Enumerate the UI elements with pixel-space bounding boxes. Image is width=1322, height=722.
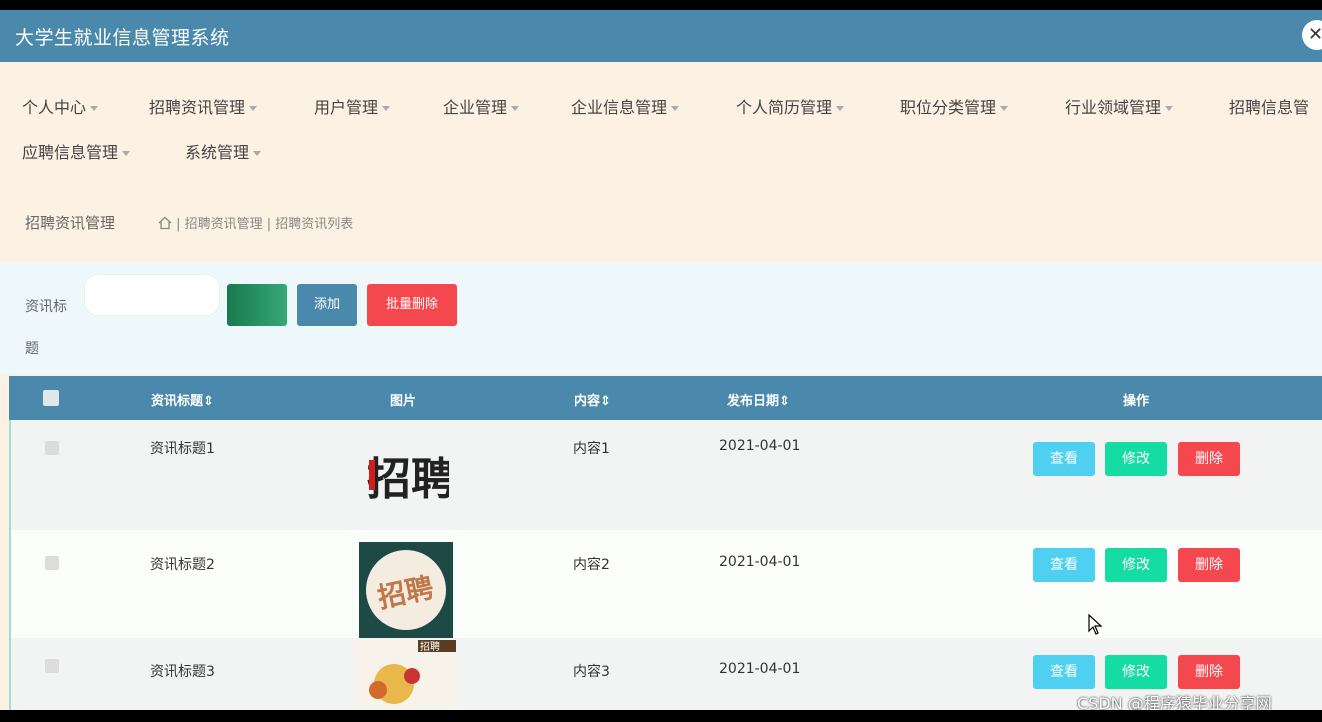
recruitment-image: 招聘	[359, 542, 453, 638]
sort-icon: ⇕	[600, 394, 611, 409]
search-label: 资讯标题	[25, 299, 67, 357]
view-button[interactable]: 查看	[1033, 548, 1095, 582]
main-menu: 个人中心 招聘资讯管理 用户管理 企业管理 企业信息管理 个人简历管理 职位分类…	[0, 62, 1322, 192]
search-button[interactable]	[227, 284, 287, 326]
batch-delete-button[interactable]: 批量删除	[367, 284, 457, 326]
row-content: 内容3	[573, 664, 610, 680]
chevron-down-icon	[1165, 106, 1174, 111]
search-input[interactable]	[84, 274, 220, 316]
column-header-label: 发布日期	[727, 394, 780, 409]
row-checkbox[interactable]	[45, 659, 59, 673]
row-date: 2021-04-01	[719, 554, 801, 570]
menu-item-label: 用户管理	[314, 98, 379, 117]
row-title: 资讯标题1	[150, 441, 215, 457]
news-table: 资讯标题⇕ 图片 内容⇕ 发布日期⇕ 操作 资讯标题1 招聘 内容1 2021-…	[9, 376, 1322, 710]
menu-item-label: 行业领域管理	[1065, 98, 1162, 117]
table-left-border	[9, 420, 11, 710]
row-date: 2021-04-01	[719, 438, 801, 454]
chevron-down-icon	[253, 151, 262, 156]
breadcrumb-path: | 招聘资讯管理 | 招聘资讯列表	[158, 213, 353, 232]
column-header-content[interactable]: 内容⇕	[574, 390, 611, 409]
column-header-actions: 操作	[1123, 394, 1150, 409]
menu-item-industry-management[interactable]: 行业领域管理	[1065, 94, 1174, 118]
sort-icon: ⇕	[203, 394, 214, 409]
edit-button[interactable]: 修改	[1105, 548, 1167, 582]
news-image: 招聘	[354, 640, 456, 710]
row-checkbox[interactable]	[45, 556, 59, 570]
sort-icon: ⇕	[779, 394, 790, 409]
delete-button[interactable]: 删除	[1178, 655, 1240, 689]
image-text: 招聘	[420, 640, 440, 653]
news-image: 招聘	[361, 438, 449, 510]
select-all-checkbox[interactable]	[43, 390, 59, 406]
menu-item-resume-management[interactable]: 个人简历管理	[736, 94, 845, 118]
breadcrumb-trail[interactable]: | 招聘资讯管理 | 招聘资讯列表	[176, 217, 353, 232]
menu-item-personal-center[interactable]: 个人中心	[22, 94, 99, 118]
menu-item-label: 应聘信息管理	[22, 143, 119, 162]
row-title: 资讯标题3	[150, 664, 215, 680]
image-text: 招聘	[367, 454, 449, 505]
menu-item-recruitment-info-management[interactable]: 招聘信息管	[1229, 94, 1322, 118]
menu-item-company-info-management[interactable]: 企业信息管理	[571, 94, 680, 118]
menu-item-user-management[interactable]: 用户管理	[314, 94, 391, 118]
menu-item-news-management[interactable]: 招聘资讯管理	[149, 94, 258, 118]
column-header-label: 内容	[574, 394, 601, 409]
column-header-date[interactable]: 发布日期⇕	[727, 390, 790, 409]
menu-item-system-management[interactable]: 系统管理	[185, 139, 262, 163]
column-header-title[interactable]: 资讯标题⇕	[151, 390, 214, 409]
table-row: 资讯标题2 招聘 内容2 2021-04-01 查看 修改 删除	[9, 530, 1322, 638]
search-bar: 资讯标题 添加 批量删除	[0, 262, 1322, 374]
delete-button[interactable]: 删除	[1178, 548, 1240, 582]
breadcrumb: 招聘资讯管理 | 招聘资讯管理 | 招聘资讯列表	[0, 192, 1322, 252]
row-title: 资讯标题2	[150, 557, 215, 573]
home-icon[interactable]	[158, 216, 172, 230]
menu-item-label: 招聘信息管	[1229, 98, 1310, 117]
recruitment-image: 招聘	[354, 640, 456, 710]
row-content: 内容2	[573, 557, 610, 573]
news-image: 招聘	[359, 542, 453, 638]
column-header-label: 资讯标题	[151, 394, 204, 409]
row-date: 2021-04-01	[719, 661, 801, 677]
row-content: 内容1	[573, 441, 610, 457]
view-button[interactable]: 查看	[1033, 655, 1095, 689]
recruitment-image: 招聘	[361, 438, 449, 510]
table-row: 资讯标题1 招聘 内容1 2021-04-01 查看 修改 删除	[9, 420, 1322, 530]
delete-button[interactable]: 删除	[1178, 442, 1240, 476]
menu-item-label: 系统管理	[185, 143, 250, 162]
menu-item-label: 个人中心	[22, 98, 87, 117]
add-button[interactable]: 添加	[297, 284, 357, 326]
chevron-down-icon	[122, 151, 131, 156]
chevron-down-icon	[1000, 106, 1009, 111]
app-window: 大学生就业信息管理系统 ✕ 个人中心 招聘资讯管理 用户管理 企业管理 企业信息…	[0, 10, 1322, 710]
menu-item-label: 招聘资讯管理	[149, 98, 246, 117]
menu-item-label: 企业信息管理	[571, 98, 668, 117]
edit-button[interactable]: 修改	[1105, 442, 1167, 476]
mouse-cursor-icon	[1088, 614, 1103, 635]
chevron-down-icon	[671, 106, 680, 111]
page-title: 招聘资讯管理	[25, 214, 116, 232]
app-title: 大学生就业信息管理系统	[15, 27, 230, 49]
watermark: CSDN @程序猿毕业分享网	[1077, 694, 1272, 710]
chevron-down-icon	[382, 106, 391, 111]
row-checkbox[interactable]	[45, 441, 59, 455]
menu-item-job-category-management[interactable]: 职位分类管理	[900, 94, 1009, 118]
column-header-image: 图片	[390, 394, 417, 409]
chevron-down-icon	[249, 106, 258, 111]
menu-item-label: 企业管理	[443, 98, 508, 117]
table-header: 资讯标题⇕ 图片 内容⇕ 发布日期⇕ 操作	[9, 376, 1322, 420]
title-bar: 大学生就业信息管理系统 ✕	[0, 10, 1322, 62]
chevron-down-icon	[511, 106, 520, 111]
menu-item-label: 个人简历管理	[736, 98, 833, 117]
chevron-down-icon	[836, 106, 845, 111]
view-button[interactable]: 查看	[1033, 442, 1095, 476]
menu-item-company-management[interactable]: 企业管理	[443, 94, 520, 118]
chevron-down-icon	[90, 106, 99, 111]
menu-item-application-management[interactable]: 应聘信息管理	[22, 139, 131, 163]
edit-button[interactable]: 修改	[1105, 655, 1167, 689]
close-icon[interactable]: ✕	[1302, 20, 1322, 50]
menu-item-label: 职位分类管理	[900, 98, 997, 117]
